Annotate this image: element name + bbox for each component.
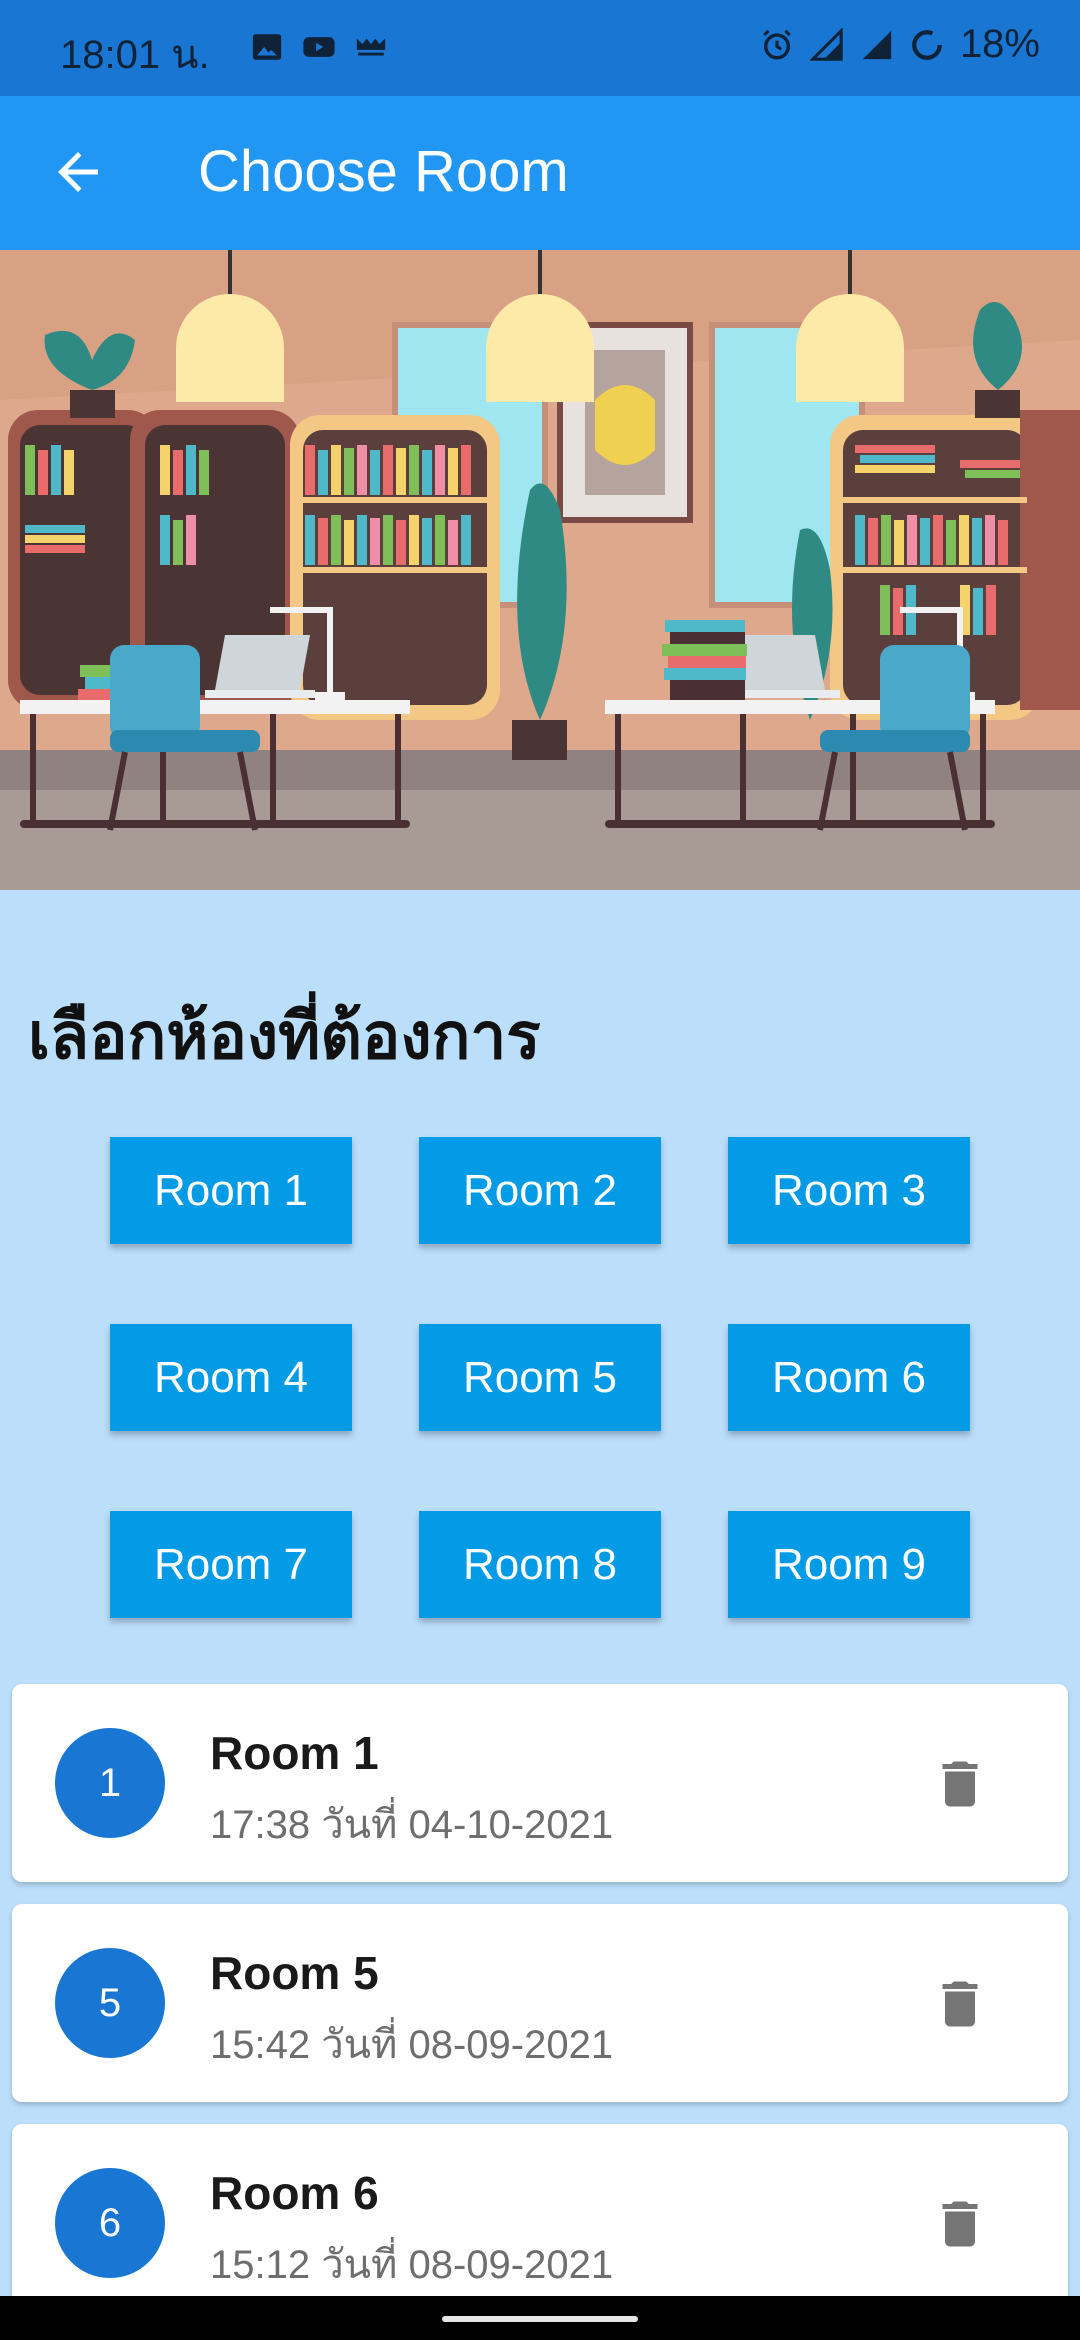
status-time: 18:01 น.	[60, 33, 210, 77]
room-number-avatar: 1	[55, 1728, 165, 1838]
alarm-icon	[763, 29, 791, 59]
room-3-button[interactable]: Room 3	[728, 1137, 970, 1244]
library-banner-image	[0, 250, 1080, 890]
app-bar: Choose Room	[0, 96, 1080, 250]
room-button-grid: Room 1 Room 2 Room 3 Room 4 Room 5 Room …	[110, 1137, 970, 1618]
booking-list-item[interactable]: 1 Room 1 17:38 วันที่ 04-10-2021	[12, 1684, 1068, 1882]
room-9-button[interactable]: Room 9	[728, 1511, 970, 1618]
booking-room-name: Room 5	[210, 1947, 379, 1999]
page-title: Choose Room	[198, 139, 569, 204]
room-2-button[interactable]: Room 2	[419, 1137, 661, 1244]
booking-datetime: 15:12 วันที่ 08-09-2021	[210, 2243, 614, 2287]
delete-trash-icon[interactable]	[930, 1754, 990, 1814]
booking-datetime: 15:42 วันที่ 08-09-2021	[210, 2023, 614, 2067]
booking-room-name: Room 1	[210, 1727, 379, 1779]
truemoney-icon	[356, 38, 386, 56]
status-bar: 18:01 น. 18%	[0, 0, 1080, 96]
choose-room-heading: เลือกห้องที่ต้องการ	[28, 1000, 541, 1072]
gallery-icon	[252, 34, 282, 60]
battery-saver-icon	[912, 29, 942, 60]
room-number-avatar: 5	[55, 1948, 165, 2058]
notification-icons	[250, 30, 388, 64]
booking-list-item[interactable]: 6 Room 6 15:12 วันที่ 08-09-2021	[12, 2124, 1068, 2322]
signal-4g-icon	[862, 30, 892, 59]
room-4-button[interactable]: Room 4	[110, 1324, 352, 1431]
booking-datetime: 17:38 วันที่ 04-10-2021	[210, 1803, 614, 1847]
room-5-button[interactable]: Room 5	[419, 1324, 661, 1431]
status-right: 18%	[760, 22, 1040, 67]
booking-room-name: Room 6	[210, 2167, 379, 2219]
room-1-button[interactable]: Room 1	[110, 1137, 352, 1244]
room-8-button[interactable]: Room 8	[419, 1511, 661, 1618]
youtube-icon	[303, 37, 335, 57]
room-number-avatar: 6	[55, 2168, 165, 2278]
back-arrow-icon[interactable]	[48, 142, 108, 202]
room-6-button[interactable]: Room 6	[728, 1324, 970, 1431]
delete-trash-icon[interactable]	[930, 1974, 990, 2034]
booking-history-list: 1 Room 1 17:38 วันที่ 04-10-2021 5 Room …	[12, 1684, 1068, 2340]
booking-list-item[interactable]: 5 Room 5 15:42 วันที่ 08-09-2021	[12, 1904, 1068, 2102]
room-7-button[interactable]: Room 7	[110, 1511, 352, 1618]
signal-icon	[809, 27, 843, 61]
delete-trash-icon[interactable]	[930, 2194, 990, 2254]
home-gesture-handle[interactable]	[442, 2316, 638, 2322]
battery-percent: 18%	[959, 22, 1040, 66]
system-navigation-bar	[0, 2296, 1080, 2340]
